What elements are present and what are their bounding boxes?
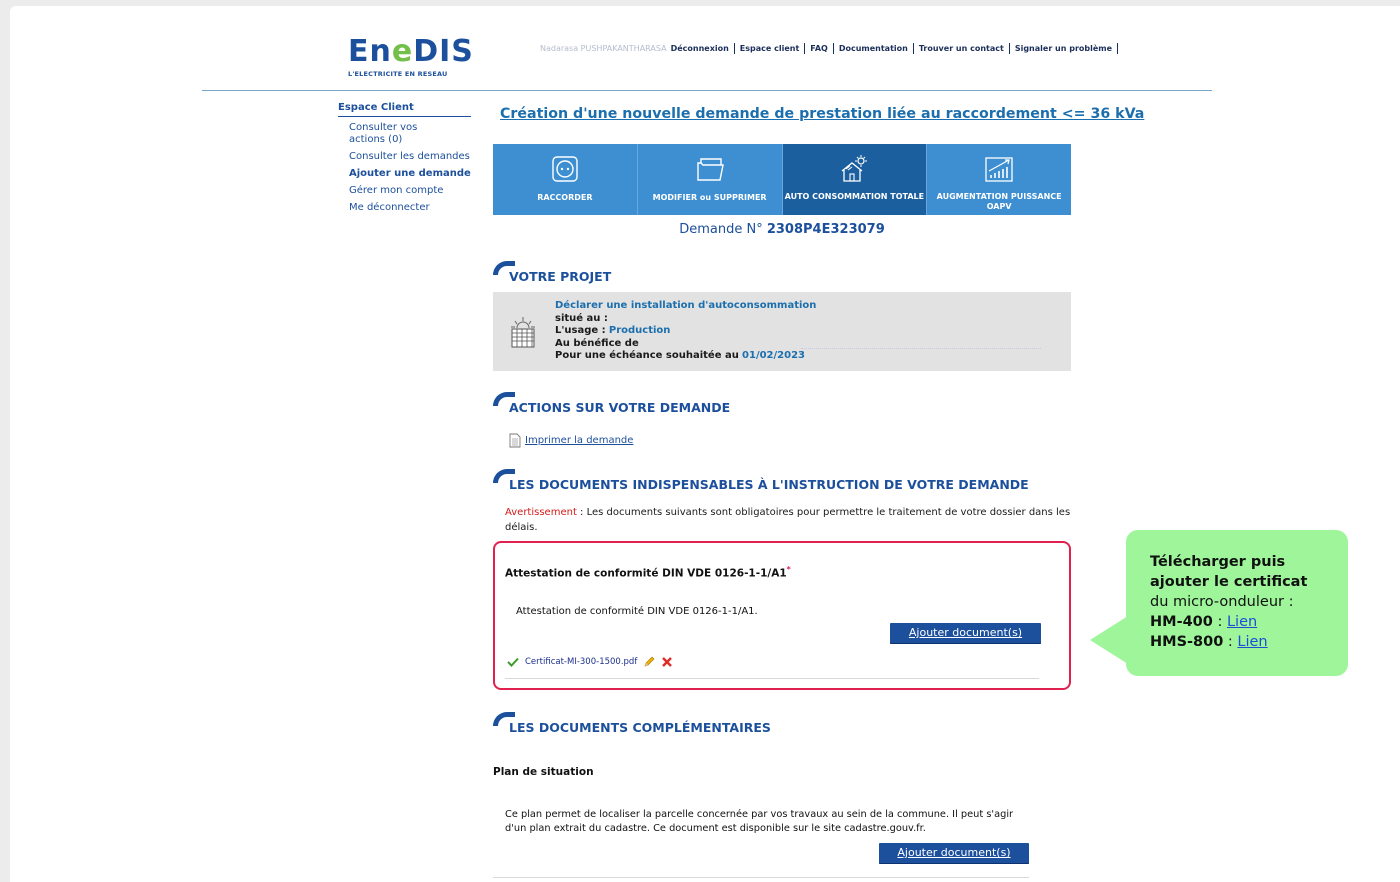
callout-link-hms800[interactable]: Lien (1237, 634, 1267, 650)
logo-wordmark: EneDIS (348, 34, 474, 69)
sidebar-item-consulter-actions[interactable]: Consulter vos actions (0) (338, 122, 418, 146)
enedis-logo[interactable]: EneDIS L'ELECTRICITE EN RESEAU (348, 37, 478, 87)
plan-situation-title: Plan de situation (493, 766, 594, 778)
redacted-info (801, 348, 1041, 349)
tab-label: AUGMENTATION PUISSANCE OAPV (936, 192, 1062, 211)
project-deadline-label: Pour une échéance souhaitée au (555, 350, 739, 361)
callout-title: Télécharger puis ajouter le certificat (1150, 554, 1308, 590)
solar-house-icon (841, 155, 868, 182)
sidebar-item-deconnecter[interactable]: Me déconnecter (338, 202, 471, 214)
project-deadline-value: 01/02/2023 (742, 350, 805, 361)
section-title: ACTIONS SUR VOTRE DEMANDE (509, 400, 731, 415)
sidebar-item-consulter-demandes[interactable]: Consulter les demandes (338, 151, 471, 163)
nav-espace-client-link[interactable]: Espace client (735, 43, 806, 54)
document-icon (509, 433, 521, 448)
tab-label: MODIFIER ou SUPPRIMER (652, 193, 767, 202)
project-details: Déclarer une installation d'autoconsomma… (555, 300, 816, 363)
tab-label: RACCORDER (537, 193, 593, 202)
warning-label: Avertissement (505, 507, 577, 518)
required-document-box: Attestation de conformité DIN VDE 0126-1… (493, 541, 1071, 690)
required-document-title: Attestation de conformité DIN VDE 0126-1… (505, 565, 791, 580)
demande-id: 2308P4E323079 (766, 222, 885, 237)
pencil-edit-icon[interactable] (643, 656, 655, 668)
top-navigation: Nadarasa PUSHPAKANTHARASA Déconnexion Es… (540, 43, 1119, 54)
project-usage-value: Production (608, 325, 671, 336)
page-title[interactable]: Création d'une nouvelle demande de prest… (500, 106, 1144, 122)
plug-socket-icon (552, 156, 578, 182)
sidebar-item-gerer-compte[interactable]: Gérer mon compte (338, 185, 471, 197)
section-title: LES DOCUMENTS COMPLÉMENTAIRES (509, 720, 771, 735)
sidebar-title: Espace Client (338, 102, 471, 117)
header-divider (202, 90, 1212, 91)
nav-contact-link[interactable]: Trouver un contact (914, 43, 1010, 54)
user-name: Nadarasa PUSHPAKANTHARASA (540, 44, 667, 53)
nav-documentation-link[interactable]: Documentation (834, 43, 914, 54)
tab-augmentation-puissance[interactable]: AUGMENTATION PUISSANCE OAPV (927, 144, 1071, 215)
print-demande-link[interactable]: Imprimer la demande (525, 435, 633, 446)
growth-chart-icon (985, 157, 1013, 182)
sidebar-item-ajouter-demande[interactable]: Ajouter une demande (338, 168, 471, 180)
project-type: Déclarer une installation d'autoconsomma… (555, 300, 817, 311)
required-document-desc: Attestation de conformité DIN VDE 0126-1… (516, 606, 758, 617)
callout-subtitle: du micro-onduleur : (1150, 594, 1294, 610)
required-star: * (786, 565, 791, 574)
divider (493, 877, 1029, 878)
add-document-button[interactable]: Ajouter document(s) (890, 623, 1041, 644)
logo-tagline: L'ELECTRICITE EN RESEAU (348, 70, 448, 78)
tab-raccorder[interactable]: RACCORDER (493, 144, 638, 215)
nav-logout-link[interactable]: Déconnexion (667, 43, 735, 54)
delete-icon[interactable] (661, 656, 673, 668)
uploaded-file-link[interactable]: Certificat-MI-300-1500.pdf (525, 657, 637, 667)
plan-situation-desc: Ce plan permet de localiser la parcelle … (505, 809, 1014, 834)
callout-model: HMS-800 (1150, 634, 1224, 650)
section-title: VOTRE PROJET (509, 269, 612, 284)
page: EneDIS L'ELECTRICITE EN RESEAU Nadarasa … (10, 6, 1400, 882)
instruction-callout: Télécharger puis ajouter le certificat d… (1090, 530, 1348, 676)
folder-icon (696, 158, 724, 181)
demande-number: Demande N° 2308P4E323079 (493, 222, 1071, 237)
print-action[interactable]: Imprimer la demande (509, 433, 633, 448)
sidebar: Espace Client Consulter vos actions (0) … (338, 102, 471, 214)
tab-auto-consommation[interactable]: AUTO CONSOMMATION TOTALE (782, 144, 928, 215)
project-beneficiary-label: Au bénéfice de (555, 337, 639, 349)
callout-pointer (1090, 616, 1128, 664)
calendar-icon (511, 317, 535, 348)
project-summary: Déclarer une installation d'autoconsomma… (493, 292, 1071, 371)
project-usage-label: L'usage : (555, 325, 606, 336)
request-type-tabs: RACCORDER MODIFIER ou SUPPRIMER AUTO CON… (493, 144, 1071, 215)
nav-faq-link[interactable]: FAQ (805, 43, 834, 54)
checkmark-icon (507, 657, 519, 667)
uploaded-file: Certificat-MI-300-1500.pdf (507, 656, 673, 668)
nav-report-problem-link[interactable]: Signaler un problème (1010, 43, 1119, 54)
project-address-label: situé au : (555, 312, 608, 324)
add-plan-document-button[interactable]: Ajouter document(s) (879, 843, 1029, 864)
divider (505, 678, 1039, 679)
callout-link-hm400[interactable]: Lien (1227, 614, 1257, 630)
section-title: LES DOCUMENTS INDISPENSABLES À L'INSTRUC… (509, 477, 1029, 492)
demande-prefix: Demande N° (679, 222, 763, 237)
warning-message: Avertissement : Les documents suivants s… (505, 505, 1075, 535)
callout-model: HM-400 (1150, 614, 1213, 630)
tab-label: AUTO CONSOMMATION TOTALE (784, 192, 925, 201)
warning-text: : Les documents suivants sont obligatoir… (505, 507, 1071, 533)
tab-modifier-supprimer[interactable]: MODIFIER ou SUPPRIMER (637, 144, 783, 215)
